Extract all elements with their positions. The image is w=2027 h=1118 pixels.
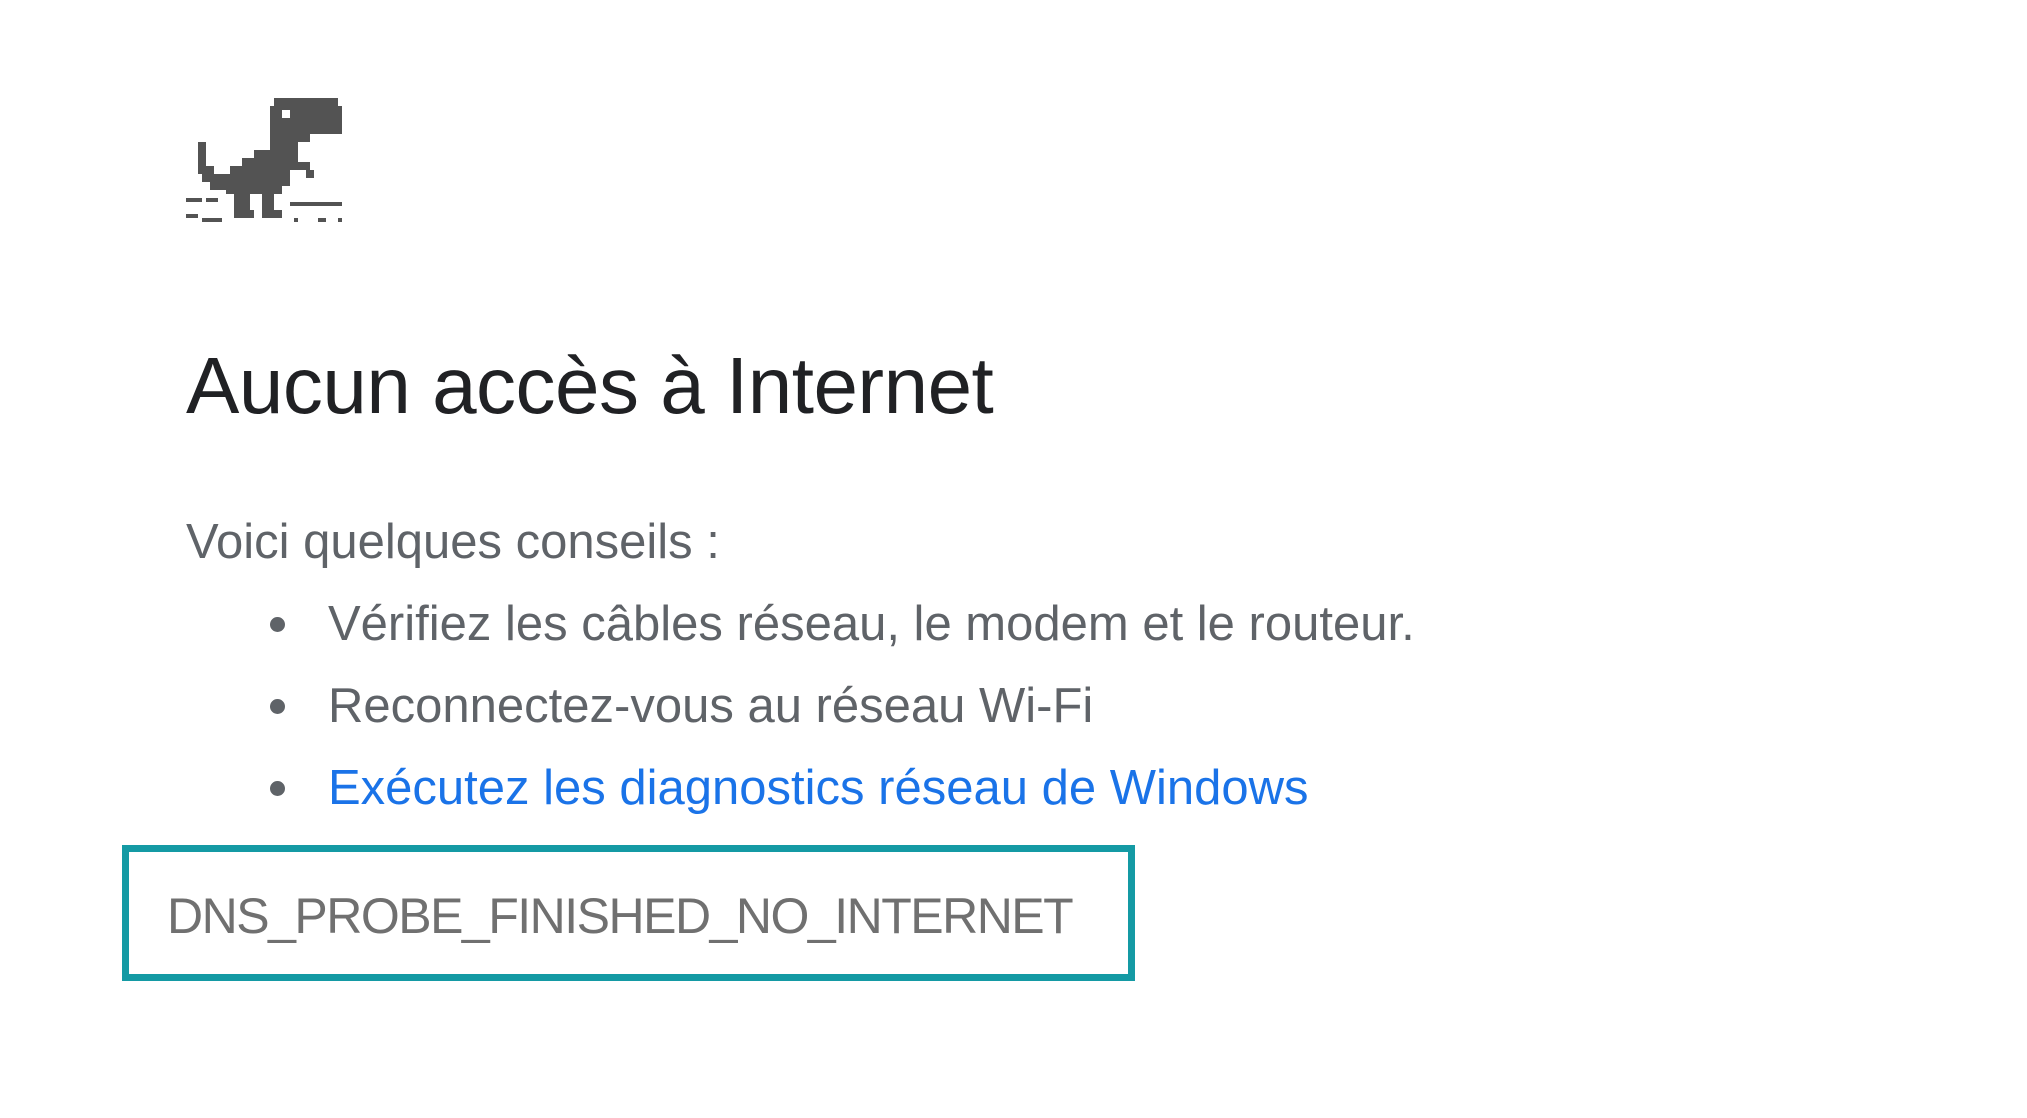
suggestion-text: Vérifiez les câbles réseau, le modem et … (328, 597, 1415, 651)
error-code: DNS_PROBE_FINISHED_NO_INTERNET (167, 888, 1074, 944)
suggestion-run-diagnostics: Exécutez les diagnostics réseau de Windo… (270, 756, 1415, 838)
suggestions-intro: Voici quelques conseils : (186, 515, 720, 569)
suggestion-check-cables: Vérifiez les câbles réseau, le modem et … (270, 592, 1415, 674)
offline-dinosaur-icon (186, 90, 346, 250)
bullet-icon (270, 617, 285, 632)
suggestions-list: Vérifiez les câbles réseau, le modem et … (270, 592, 1415, 838)
page-title: Aucun accès à Internet (186, 341, 994, 430)
windows-network-diagnostics-link[interactable]: Exécutez les diagnostics réseau de Windo… (328, 761, 1309, 815)
suggestion-text: Reconnectez-vous au réseau Wi-Fi (328, 679, 1094, 733)
bullet-icon (270, 699, 285, 714)
error-code-highlight: DNS_PROBE_FINISHED_NO_INTERNET (122, 845, 1135, 981)
suggestion-reconnect-wifi: Reconnectez-vous au réseau Wi-Fi (270, 674, 1415, 756)
offline-error-page: Aucun accès à Internet Voici quelques co… (0, 0, 2027, 1118)
bullet-icon (270, 781, 285, 796)
